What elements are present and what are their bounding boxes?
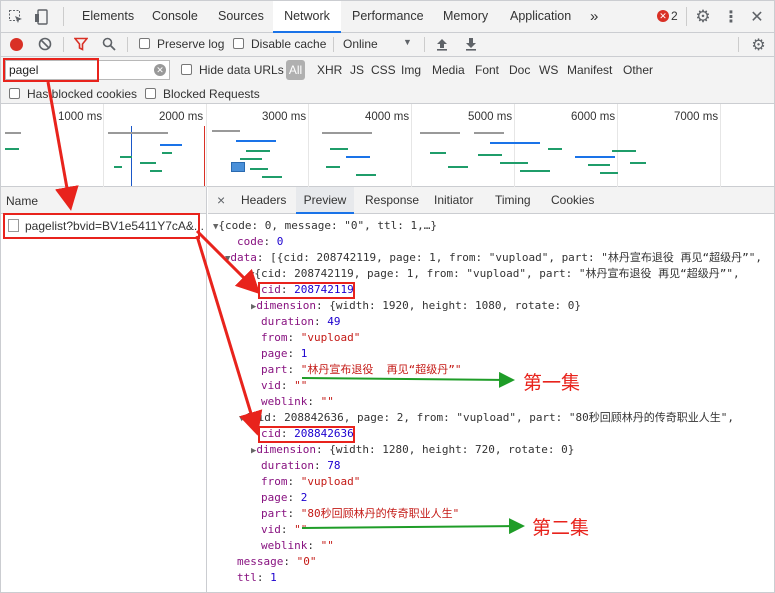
arrow-to-cid-2 bbox=[195, 235, 263, 436]
arrow-episode-2 bbox=[301, 518, 525, 535]
annotation-arrows bbox=[46, 81, 525, 535]
arrow-to-request bbox=[46, 81, 79, 211]
episode-2-annotation: 第二集 bbox=[532, 517, 590, 539]
arrow-episode-1 bbox=[301, 371, 515, 388]
episode-1-annotation: 第一集 bbox=[523, 372, 581, 394]
